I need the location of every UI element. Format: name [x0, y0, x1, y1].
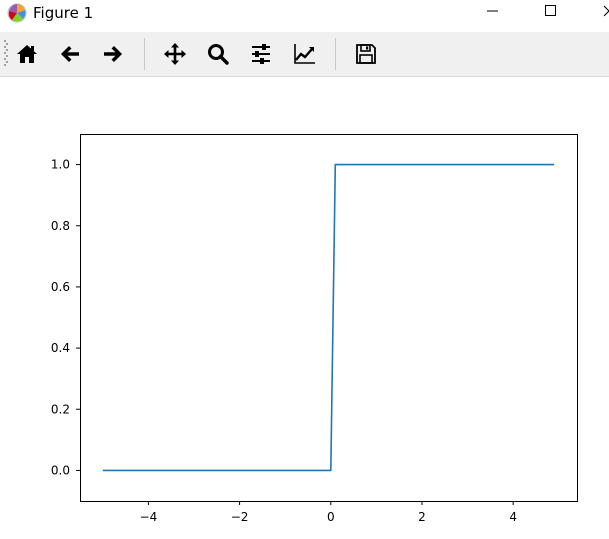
window-title: Figure 1: [33, 4, 94, 22]
toolbar-grip-icon: [4, 40, 8, 66]
y-tick-label: 1.0: [51, 158, 70, 172]
x-tick-label: −4: [140, 510, 158, 524]
pan-button[interactable]: [159, 38, 191, 70]
x-tick-label: 4: [509, 510, 517, 524]
zoom-button[interactable]: [202, 38, 234, 70]
close-button[interactable]: [590, 0, 609, 28]
arrow-left-icon: [61, 46, 79, 62]
figure-window: Figure 1 −4 −2 0 2 4 0.0 0.2 0.4 0.6 0.8…: [0, 0, 609, 539]
close-icon: [603, 5, 609, 17]
toolbar-separator: [144, 38, 145, 70]
y-tick-label: 0.0: [51, 463, 70, 477]
x-tick-label: 2: [418, 510, 426, 524]
title-bar: Figure 1: [0, 0, 609, 28]
axes-frame: [80, 134, 578, 502]
forward-button[interactable]: [97, 38, 129, 70]
figure-canvas[interactable]: −4 −2 0 2 4 0.0 0.2 0.4 0.6 0.8 1.0: [0, 77, 609, 539]
home-button[interactable]: [11, 38, 43, 70]
magnifier-icon: [208, 44, 229, 65]
navigation-toolbar: [0, 32, 609, 77]
back-button[interactable]: [54, 38, 86, 70]
y-tick-label: 0.4: [51, 341, 70, 355]
x-tick-label: 0: [327, 510, 335, 524]
minimize-icon: [487, 10, 498, 12]
floppy-disk-icon: [356, 44, 376, 64]
home-icon: [17, 45, 37, 63]
minimize-button[interactable]: [470, 0, 514, 28]
series-line: [102, 163, 555, 472]
move-arrows-icon: [164, 43, 186, 65]
line-plot: −4 −2 0 2 4 0.0 0.2 0.4 0.6 0.8 1.0: [51, 134, 578, 524]
configure-subplots-button[interactable]: [245, 38, 277, 70]
arrow-right-icon: [104, 46, 122, 62]
edit-axis-button[interactable]: [288, 38, 320, 70]
maximize-icon: [545, 5, 556, 16]
matplotlib-logo-icon: [7, 3, 27, 23]
y-tick-label: 0.2: [51, 402, 70, 416]
toolbar-separator: [335, 38, 336, 70]
save-button[interactable]: [350, 38, 382, 70]
y-tick-label: 0.6: [51, 280, 70, 294]
line-chart-icon: [294, 44, 315, 64]
x-tick-label: −2: [231, 510, 249, 524]
maximize-button[interactable]: [527, 0, 571, 28]
y-tick-label: 0.8: [51, 219, 70, 233]
sliders-icon: [252, 44, 270, 64]
